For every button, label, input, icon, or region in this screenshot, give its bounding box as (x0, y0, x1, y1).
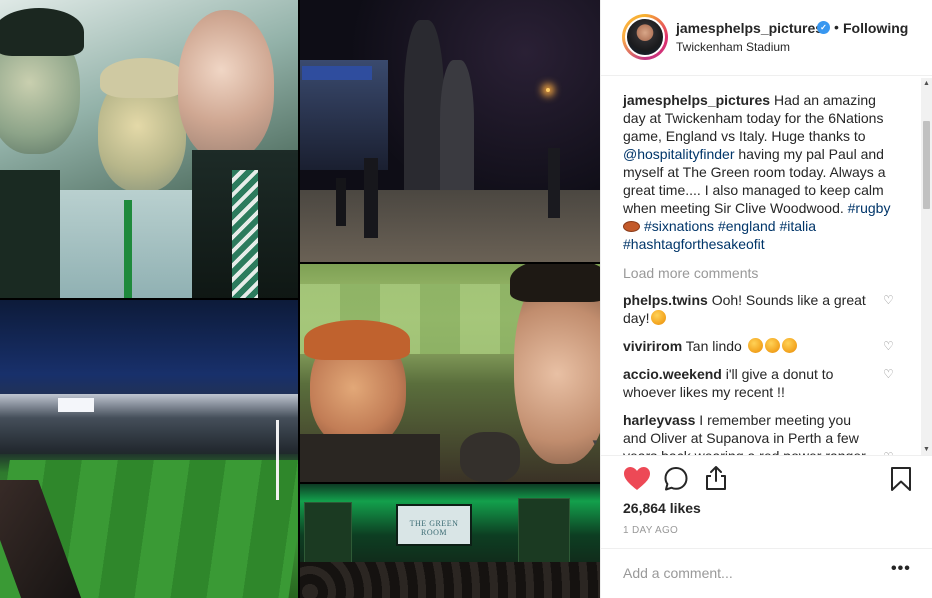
comments-section: jamesphelps_pictures Had an amazing day … (601, 77, 932, 455)
comment-like-icon[interactable]: ♡ (883, 368, 895, 380)
photo-green-room: THE GREEN ROOM (300, 484, 600, 598)
comment-body: vivirirom Tan lindo (623, 337, 871, 355)
location-link[interactable]: Twickenham Stadium (676, 40, 790, 54)
post-side-panel: jamesphelps_pictures ✓ • Following Twick… (600, 0, 932, 598)
comment-text: Tan lindo (685, 338, 742, 354)
likes-count[interactable]: 26,864 likes (623, 500, 701, 516)
post-header: jamesphelps_pictures ✓ • Following Twick… (601, 0, 932, 76)
comment-username[interactable]: accio.weekend (623, 366, 722, 382)
avatar-story-ring[interactable] (622, 14, 668, 60)
following-button[interactable]: Following (843, 20, 908, 36)
save-bookmark-icon[interactable] (890, 466, 912, 492)
comment-username[interactable]: harleyvass (623, 412, 695, 428)
photo-selfie-stands (300, 264, 600, 482)
comment-username[interactable]: vivirirom (623, 338, 682, 354)
hashtag-last[interactable]: #hashtagforthesakeofit (623, 236, 765, 252)
header-username[interactable]: jamesphelps_pictures (676, 20, 823, 36)
photo-stadium-pitch (0, 300, 298, 598)
post-caption: jamesphelps_pictures Had an amazing day … (623, 91, 901, 253)
post-image[interactable]: THE GREEN ROOM ▼ (0, 0, 600, 598)
comment-like-icon[interactable]: ♡ (883, 294, 895, 306)
more-options-button[interactable]: ••• (891, 559, 915, 583)
like-heart-icon[interactable] (623, 466, 651, 492)
hashtag-england[interactable]: #england (718, 218, 776, 234)
comment-body: phelps.twins Ooh! Sounds like a great da… (623, 291, 871, 327)
heart-eyes-emoji-icon (781, 338, 797, 353)
post-container: THE GREEN ROOM ▼ jamesphelps_pictures ✓ … (0, 0, 932, 598)
load-more-comments-button[interactable]: Load more comments (623, 265, 932, 281)
mention-link[interactable]: @hospitalityfinder (623, 146, 735, 162)
comment: phelps.twins Ooh! Sounds like a great da… (623, 291, 913, 327)
comment: accio.weekend i'll give a donut to whoev… (623, 365, 913, 401)
verified-check-icon: ✓ (817, 21, 830, 34)
post-timestamp[interactable]: 1 DAY AGO (623, 525, 678, 536)
heart-eyes-emoji-icon (747, 338, 763, 353)
comment: vivirirom Tan lindo ♡ (623, 337, 913, 355)
hashtag-italia[interactable]: #italia (779, 218, 816, 234)
green-room-sign: THE GREEN ROOM (396, 504, 472, 546)
header-separator: • (834, 19, 839, 35)
image-scroll-down-icon[interactable]: ▼ (590, 438, 600, 448)
rugby-ball-icon (623, 221, 640, 232)
photo-selfie-three-men (0, 0, 298, 298)
hashtag-rugby[interactable]: #rugby (848, 200, 891, 216)
grimace-emoji-icon (651, 310, 667, 325)
caption-username[interactable]: jamesphelps_pictures (623, 92, 770, 108)
comment-bubble-icon[interactable] (663, 466, 689, 492)
share-icon[interactable] (703, 465, 729, 491)
add-comment-bar: ••• (601, 548, 932, 598)
avatar[interactable] (625, 17, 665, 57)
hashtag-sixnations[interactable]: #sixnations (644, 218, 714, 234)
comment-body: harleyvass I remember meeting you and Ol… (623, 411, 871, 455)
comment-body: accio.weekend i'll give a donut to whoev… (623, 365, 871, 401)
add-comment-input[interactable] (623, 562, 873, 584)
green-room-sign-text: THE GREEN ROOM (409, 519, 459, 537)
photo-statue-night (300, 0, 600, 262)
comment: harleyvass I remember meeting you and Ol… (623, 411, 913, 455)
comment-like-icon[interactable]: ♡ (883, 340, 895, 352)
heart-eyes-emoji-icon (764, 338, 780, 353)
comment-username[interactable]: phelps.twins (623, 292, 708, 308)
post-actions: 26,864 likes 1 DAY AGO (601, 455, 932, 543)
